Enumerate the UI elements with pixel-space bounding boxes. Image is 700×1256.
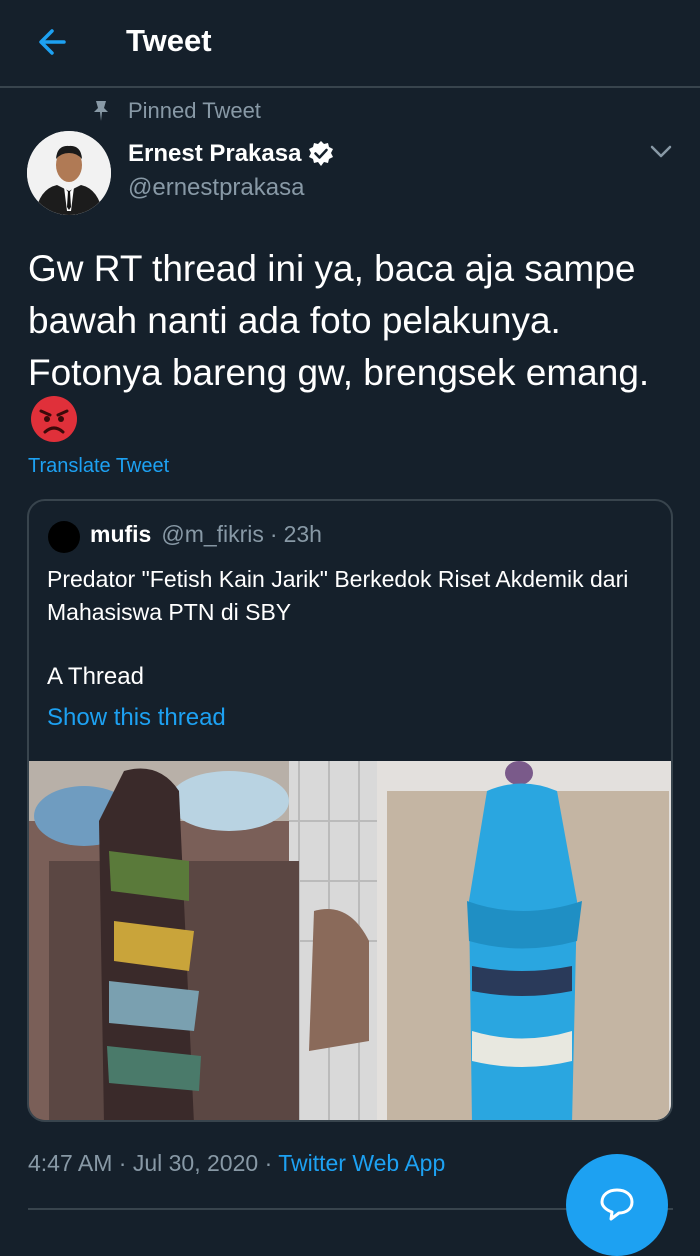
quoted-time: 23h xyxy=(283,521,322,547)
quoted-thread-label: A Thread xyxy=(47,663,144,690)
author-name[interactable]: Ernest Prakasa xyxy=(128,140,335,168)
back-arrow-icon[interactable] xyxy=(34,22,74,62)
reply-fab-button[interactable] xyxy=(566,1154,668,1256)
verified-badge-icon xyxy=(307,140,335,168)
chevron-down-icon[interactable] xyxy=(648,140,674,162)
page-title: Tweet xyxy=(126,23,212,58)
tweet-time: 4:47 AM xyxy=(28,1150,113,1176)
avatar[interactable] xyxy=(27,131,111,215)
source-app-link[interactable]: Twitter Web App xyxy=(278,1150,445,1176)
show-thread-link[interactable]: Show this thread xyxy=(47,704,226,732)
author-handle[interactable]: @ernestprakasa xyxy=(128,174,304,202)
translate-tweet-link[interactable]: Translate Tweet xyxy=(28,455,169,478)
quoted-author-name: mufis xyxy=(90,521,152,547)
quoted-author-handle: @m_fikris xyxy=(161,521,264,547)
quoted-header: mufis @m_fikris · 23h xyxy=(90,521,322,548)
tweet-date: Jul 30, 2020 xyxy=(132,1150,259,1176)
tweet-timestamp: 4:47 AM · Jul 30, 2020 · Twitter Web App xyxy=(28,1150,445,1177)
quoted-tweet-card[interactable]: mufis @m_fikris · 23h Predator "Fetish K… xyxy=(27,499,673,1122)
pinned-indicator: Pinned Tweet xyxy=(90,98,261,124)
top-bar: Tweet xyxy=(0,0,700,88)
tweet-text: Gw RT thread ini ya, baca aja sampe bawa… xyxy=(28,248,650,393)
media-image-right[interactable] xyxy=(377,761,671,1120)
quoted-text: Predator "Fetish Kain Jarik" Berkedok Ri… xyxy=(47,566,629,625)
quoted-media[interactable] xyxy=(29,761,671,1120)
author-name-text: Ernest Prakasa xyxy=(128,140,302,167)
media-image-left[interactable] xyxy=(29,761,377,1120)
separator-dot: · xyxy=(269,521,278,547)
quoted-avatar xyxy=(48,521,80,553)
pinned-label: Pinned Tweet xyxy=(128,98,261,123)
angry-face-icon xyxy=(30,395,78,443)
separator-dot: · xyxy=(264,1150,279,1176)
reply-bubble-icon xyxy=(597,1183,637,1228)
pin-icon xyxy=(90,99,112,123)
separator-dot: · xyxy=(118,1150,133,1176)
